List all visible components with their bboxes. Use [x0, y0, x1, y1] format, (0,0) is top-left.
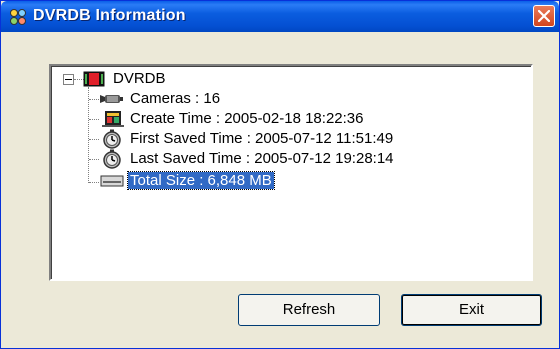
drive-icon — [100, 174, 124, 192]
app-icon — [9, 8, 27, 26]
tree-connector — [89, 119, 99, 121]
tree-connector — [89, 182, 99, 184]
tree-connector — [89, 99, 99, 101]
tree-node-first-saved[interactable]: First Saved Time : 2005-07-12 11:51:49 — [100, 129, 395, 149]
close-icon — [538, 10, 550, 22]
tree-node-cameras[interactable]: Cameras : 16 — [100, 90, 222, 107]
tree-node-label: DVRDB — [113, 70, 166, 87]
tree-view[interactable]: DVRDB Cameras : 16 Create Time: 2005-02… — [49, 64, 533, 281]
tree-node-total-size[interactable]: Total Size : 6,848 MB — [100, 171, 275, 192]
close-button[interactable] — [533, 5, 555, 27]
tree-node-label: Last Saved Time : 2005-07-12 19:28:14 — [130, 150, 394, 167]
tree-inner: DVRDB Cameras : 16 Create Time: 2005-02… — [51, 66, 531, 279]
window-title: DVRDB Information — [33, 7, 186, 24]
dvr-database-icon — [83, 70, 105, 92]
collapse-toggle[interactable] — [63, 74, 74, 85]
tree-connector — [88, 87, 90, 183]
tree-node-create-time[interactable]: Create Time : 2005-02-18 18:22:36 — [100, 110, 365, 127]
tree-node-label: Cameras : 16 — [130, 90, 221, 107]
tree-node-dvrdb[interactable]: DVRDB — [83, 70, 168, 87]
camera-icon — [100, 92, 124, 110]
exit-button[interactable]: Exit — [401, 294, 542, 326]
tree-connector — [89, 139, 99, 141]
clock-icon — [102, 149, 122, 173]
tree-node-label: Total Size : 6,848 MB — [127, 171, 275, 190]
tree-node-label: First Saved Time : 2005-07-12 11:51:49 — [130, 130, 394, 147]
tree-node-label: Create Time : 2005-02-18 18:22:36 — [130, 110, 364, 127]
tree-connector — [89, 159, 99, 161]
title-bar[interactable]: DVRDB Information — [1, 1, 559, 32]
tree-node-last-saved[interactable]: Last Saved Time : 2005-07-12 19:28:14 — [100, 149, 396, 169]
dvrdb-info-window: DVRDB Information DVRDB Cameras: 16 Cre… — [0, 0, 560, 349]
refresh-button[interactable]: Refresh — [238, 294, 380, 326]
